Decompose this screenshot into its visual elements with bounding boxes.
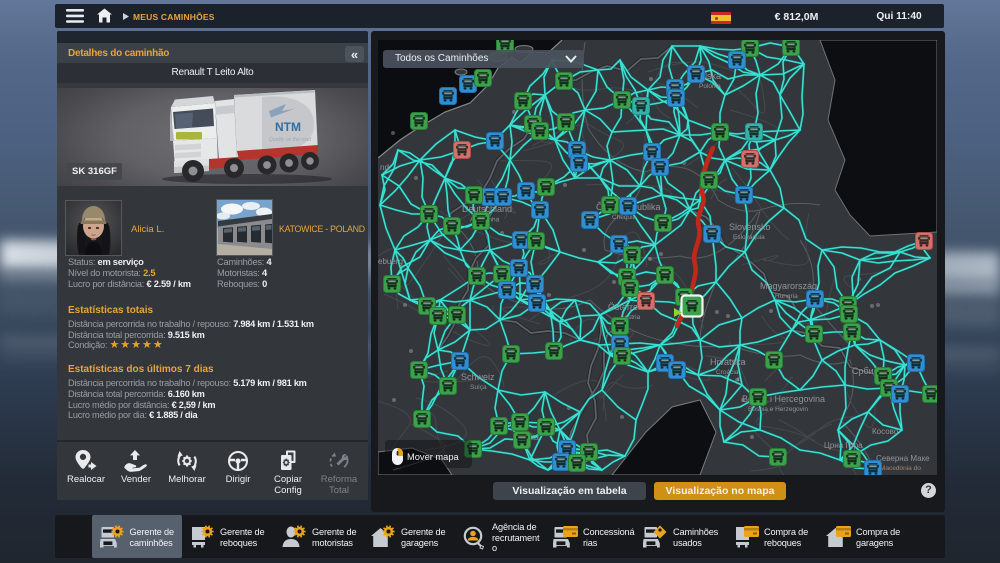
svg-text:Suíça: Suíça	[470, 384, 487, 391]
svg-text:Eslováquia: Eslováquia	[733, 234, 765, 241]
svg-text:Schweiz: Schweiz	[461, 372, 495, 382]
svg-text:Северна Маке: Северна Маке	[876, 454, 930, 463]
svg-text:Quality on the road: Quality on the road	[269, 137, 311, 143]
svg-text:Croácia: Croácia	[716, 369, 739, 376]
svg-text:Magyarország: Magyarország	[760, 281, 817, 291]
svg-text:Chéquia: Chéquia	[612, 214, 637, 221]
svg-text:Косово: Косово	[872, 427, 899, 436]
svg-text:Hungria: Hungria	[775, 293, 798, 300]
svg-text:Црна Гора: Црна Гора	[824, 441, 863, 450]
svg-text:NTM: NTM	[275, 120, 301, 134]
svg-text:Macedónia do: Macedónia do	[880, 465, 921, 472]
svg-text:Polónia: Polónia	[699, 83, 721, 90]
svg-text:Hrvatska: Hrvatska	[710, 357, 746, 367]
svg-text:ebuerg: ebuerg	[378, 257, 403, 266]
svg-text:Bósnia e Herzegovin: Bósnia e Herzegovin	[748, 406, 808, 413]
svg-text:nd: nd	[380, 163, 389, 172]
svg-text:Slovensko: Slovensko	[729, 222, 771, 232]
